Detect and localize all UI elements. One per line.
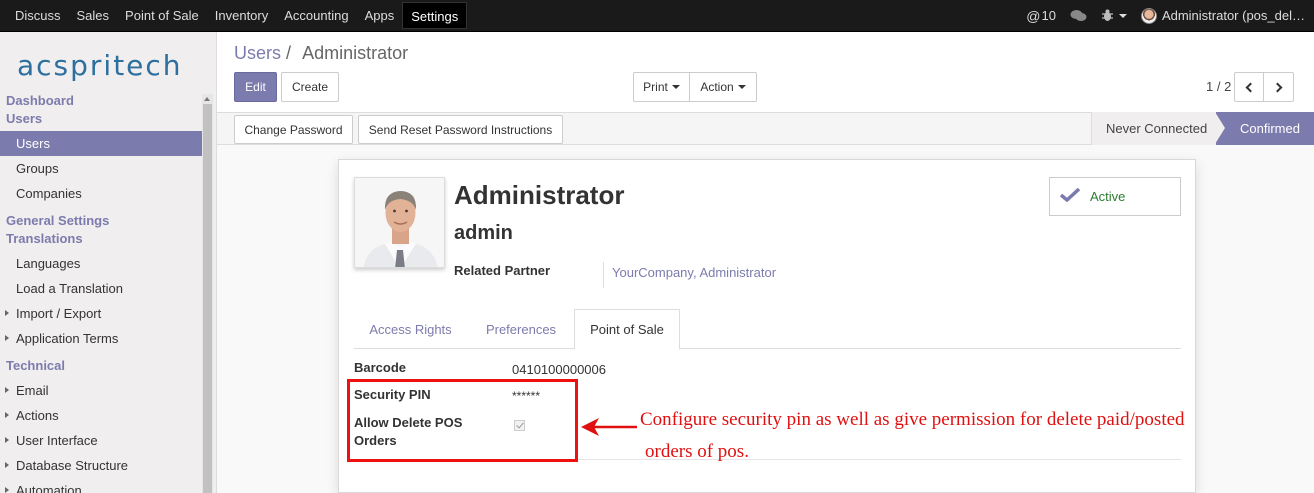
- user-photo[interactable]: [354, 177, 445, 268]
- action-label: Action: [700, 80, 734, 94]
- user-name-heading: Administrator: [454, 180, 625, 210]
- menu-sales[interactable]: Sales: [69, 0, 118, 31]
- highlight-box: [347, 379, 578, 462]
- mentions-counter[interactable]: @ 10: [1026, 8, 1056, 24]
- notebook-tabs: Access Rights Preferences Point of Sale: [354, 309, 1181, 350]
- sidebar-section-heading[interactable]: Translations: [0, 230, 203, 248]
- stage-confirmed-label: Confirmed: [1240, 121, 1300, 136]
- annotation-line2: orders of pos.: [645, 441, 749, 462]
- menu-accounting[interactable]: Accounting: [276, 0, 356, 31]
- user-login: admin: [454, 222, 513, 244]
- annotation-text: Configure security pin as well as give p…: [640, 404, 1185, 468]
- sidebar-item-user-interface[interactable]: User Interface: [0, 428, 203, 453]
- sidebar-section-heading[interactable]: General Settings: [0, 212, 203, 230]
- user-menu[interactable]: Administrator (pos_del…: [1140, 7, 1305, 24]
- sidebar-item-import-export[interactable]: Import / Export: [0, 301, 203, 326]
- user-name: Administrator (pos_del…: [1161, 8, 1305, 23]
- top-navbar: Discuss Sales Point of Sale Inventory Ac…: [0, 0, 1314, 32]
- stage-confirmed[interactable]: Confirmed: [1215, 112, 1314, 145]
- logo-text: acspritech: [17, 49, 183, 82]
- barcode-label: Barcode: [354, 360, 407, 375]
- sidebar-scrollbar[interactable]: [202, 94, 213, 493]
- sidebar-item-database-structure[interactable]: Database Structure: [0, 453, 203, 478]
- print-label: Print: [643, 80, 668, 94]
- at-icon: @: [1026, 7, 1041, 24]
- main-menu: Discuss Sales Point of Sale Inventory Ac…: [0, 0, 468, 31]
- sidebar: acspritech Dashboard Users Users Groups Comp…: [0, 32, 217, 493]
- chat-button[interactable]: [1070, 9, 1087, 22]
- active-toggle-button[interactable]: Active: [1049, 177, 1181, 216]
- user-portrait-image: [355, 178, 444, 267]
- stage-never-connected[interactable]: Never Connected: [1091, 112, 1216, 145]
- caret-down-icon: [1118, 13, 1127, 18]
- chevron-left-icon: [1245, 82, 1256, 92]
- active-label: Active: [1090, 189, 1126, 204]
- menu-apps[interactable]: Apps: [357, 0, 403, 31]
- company-logo: acspritech: [17, 48, 202, 84]
- bug-icon: [1101, 9, 1113, 21]
- pager-previous-button[interactable]: [1234, 72, 1264, 102]
- sidebar-item-users[interactable]: Users: [0, 131, 203, 156]
- tab-access-rights[interactable]: Access Rights: [354, 309, 467, 349]
- debug-menu[interactable]: [1101, 9, 1127, 22]
- scrollbar-thumb[interactable]: [203, 104, 212, 493]
- arrow-left-icon: [581, 418, 637, 436]
- breadcrumb-users[interactable]: Users: [234, 43, 281, 63]
- breadcrumb-current: Administrator: [302, 43, 409, 63]
- tab-preferences[interactable]: Preferences: [473, 309, 569, 349]
- sidebar-item-email[interactable]: Email: [0, 378, 203, 403]
- sidebar-item-groups[interactable]: Groups: [0, 156, 203, 181]
- status-bar: Change Password Send Reset Password Inst…: [217, 112, 1314, 145]
- caret-down-icon: [737, 85, 746, 89]
- sidebar-section-heading[interactable]: Users: [0, 110, 203, 128]
- related-partner-link[interactable]: YourCompany, Administrator: [612, 265, 776, 280]
- avatar: [1140, 7, 1157, 24]
- pager-value[interactable]: 1 / 2: [1206, 79, 1231, 94]
- create-button[interactable]: Create: [281, 72, 339, 102]
- systray: @ 10 Administrator (pos_del…: [1026, 0, 1314, 31]
- sidebar-nav: Dashboard Users Users Groups Companies Genera…: [0, 92, 203, 493]
- sidebar-item-automation[interactable]: Automation: [0, 478, 203, 493]
- change-password-button[interactable]: Change Password: [234, 115, 353, 144]
- sidebar-item-application-terms[interactable]: Application Terms: [0, 326, 203, 351]
- related-partner-label: Related Partner: [454, 263, 551, 278]
- notification-count: 10: [1041, 8, 1056, 23]
- sidebar-section-heading[interactable]: Dashboard: [0, 92, 203, 110]
- sidebar-item-actions[interactable]: Actions: [0, 403, 203, 428]
- menu-point-of-sale[interactable]: Point of Sale: [117, 0, 207, 31]
- chevron-right-icon: [1272, 82, 1282, 92]
- breadcrumb-separator: /: [286, 43, 292, 63]
- field-separator: [603, 262, 604, 288]
- sidebar-item-companies[interactable]: Companies: [0, 181, 203, 206]
- caret-down-icon: [671, 85, 680, 89]
- edit-button[interactable]: Edit: [234, 72, 277, 102]
- action-dropdown[interactable]: Action: [689, 72, 757, 102]
- scroll-up-icon[interactable]: [204, 97, 210, 101]
- menu-inventory[interactable]: Inventory: [207, 0, 276, 31]
- check-icon: [1060, 188, 1080, 202]
- menu-settings[interactable]: Settings: [402, 2, 468, 29]
- barcode-value: 0410100000006: [512, 362, 606, 377]
- menu-discuss[interactable]: Discuss: [0, 0, 69, 31]
- annotation-line1: Configure security pin as well as give p…: [640, 409, 1185, 430]
- send-reset-password-button[interactable]: Send Reset Password Instructions: [358, 115, 563, 144]
- tab-point-of-sale[interactable]: Point of Sale: [574, 309, 680, 350]
- breadcrumb: Users / Administrator: [234, 43, 408, 64]
- sidebar-item-load-a-translation[interactable]: Load a Translation: [0, 276, 203, 301]
- sidebar-item-languages[interactable]: Languages: [0, 251, 203, 276]
- print-dropdown[interactable]: Print: [633, 72, 690, 102]
- sidebar-section-heading[interactable]: Technical: [0, 357, 203, 375]
- pager-next-button[interactable]: [1263, 72, 1294, 102]
- chat-bubbles-icon: [1070, 10, 1087, 21]
